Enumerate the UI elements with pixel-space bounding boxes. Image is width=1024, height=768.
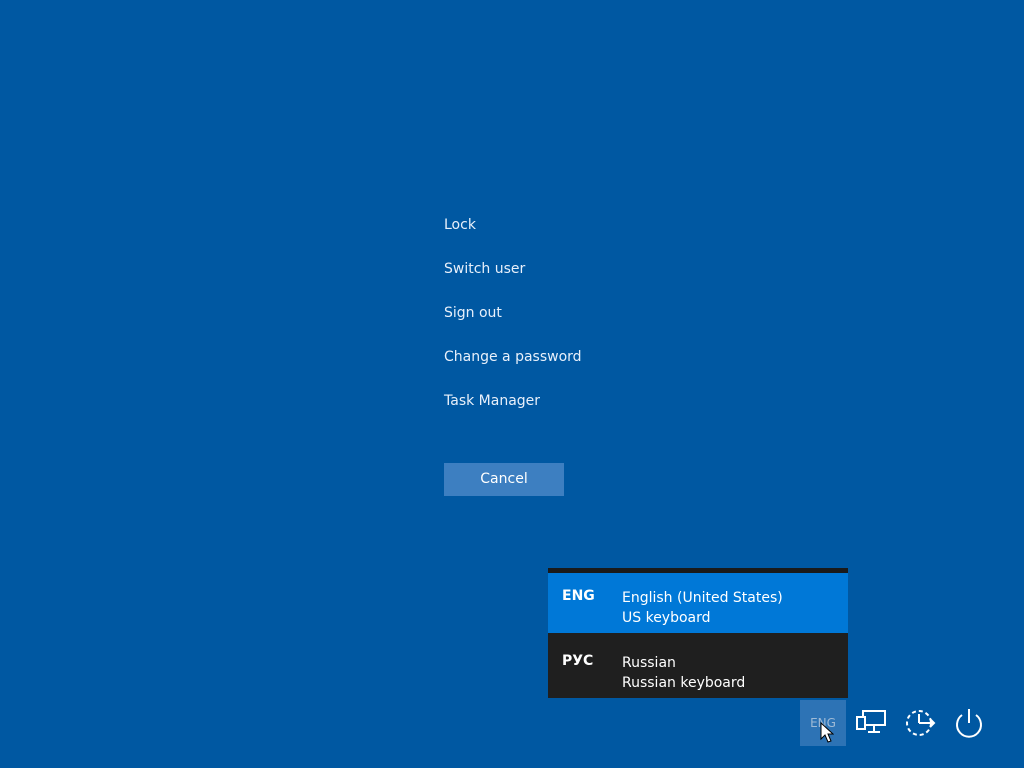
cancel-button[interactable]: Cancel xyxy=(444,463,564,496)
ease-of-access-button[interactable] xyxy=(898,700,944,746)
input-language-popup: ENG English (United States) US keyboard … xyxy=(548,568,848,698)
security-options-menu: Lock Switch user Sign out Change a passw… xyxy=(444,214,684,434)
network-button[interactable] xyxy=(850,700,896,746)
lock-link[interactable]: Lock xyxy=(444,214,684,236)
switch-user-link[interactable]: Switch user xyxy=(444,258,684,280)
language-option-english[interactable]: ENG English (United States) US keyboard xyxy=(548,573,848,633)
input-language-button[interactable]: ENG xyxy=(800,700,846,746)
keyboard-layout: Russian keyboard xyxy=(622,675,746,691)
language-name: Russian xyxy=(622,655,676,671)
language-name: English (United States) xyxy=(622,590,783,606)
task-manager-link[interactable]: Task Manager xyxy=(444,390,684,412)
power-button[interactable] xyxy=(946,700,992,746)
keyboard-layout: US keyboard xyxy=(622,610,711,626)
language-option-russian[interactable]: РУС Russian Russian keyboard xyxy=(548,638,848,698)
power-icon xyxy=(956,709,982,738)
language-code: РУС xyxy=(562,653,594,669)
change-password-link[interactable]: Change a password xyxy=(444,346,684,368)
ease-of-access-icon xyxy=(906,710,936,736)
language-code: ENG xyxy=(562,588,595,604)
language-details: Russian Russian keyboard xyxy=(622,653,745,693)
language-details: English (United States) US keyboard xyxy=(622,588,783,628)
network-icon xyxy=(856,710,886,733)
sign-out-link[interactable]: Sign out xyxy=(444,302,684,324)
input-language-indicator: ENG xyxy=(810,716,836,730)
